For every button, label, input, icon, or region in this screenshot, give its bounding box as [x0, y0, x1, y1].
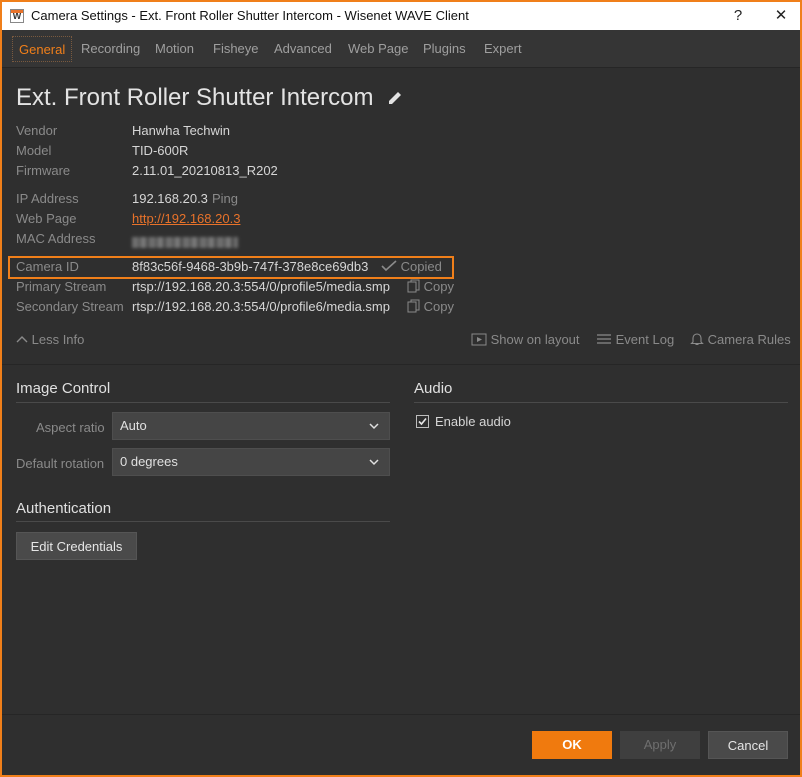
camera-rules-label: Camera Rules — [707, 332, 791, 347]
vendor-value: Hanwha Techwin — [132, 123, 231, 138]
default-rotation-select[interactable]: 0 degrees — [112, 448, 390, 476]
vendor-label: Vendor — [16, 123, 58, 138]
firmware-label: Firmware — [16, 163, 71, 178]
audio-divider — [414, 402, 788, 403]
list-icon — [597, 334, 611, 344]
mac-address-redacted — [132, 237, 238, 248]
camera-id-value: 8f83c56f-9468-3b9b-747f-378e8ce69db3 — [132, 259, 369, 274]
wave-app-icon: W — [10, 9, 24, 23]
model-value: TID-600R — [132, 143, 189, 158]
enable-audio-checkbox[interactable] — [416, 415, 429, 428]
camera-id-label: Camera ID — [16, 259, 79, 274]
tab-expert[interactable]: Expert — [478, 36, 528, 62]
copy-icon — [407, 299, 420, 313]
camera-settings-window: W Camera Settings - Ext. Front Roller Sh… — [0, 0, 802, 777]
tab-motion[interactable]: Motion — [149, 36, 200, 62]
aspect-ratio-value: Auto — [120, 418, 147, 433]
copied-label: Copied — [400, 259, 442, 274]
chevron-down-icon — [369, 459, 379, 466]
image-control-heading: Image Control — [16, 380, 111, 397]
bell-icon — [690, 333, 704, 346]
tab-web-page[interactable]: Web Page — [342, 36, 414, 62]
camera-name: Ext. Front Roller Shutter Intercom — [16, 84, 374, 111]
ip-address-label: IP Address — [16, 191, 79, 206]
audio-heading: Audio — [414, 380, 453, 397]
authentication-heading: Authentication — [16, 500, 112, 517]
aspect-ratio-select[interactable]: Auto — [112, 412, 390, 440]
camera-info-panel: Ext. Front Roller Shutter Intercom Vendo… — [2, 69, 800, 365]
event-log-label: Event Log — [615, 332, 675, 347]
tab-recording[interactable]: Recording — [75, 36, 146, 62]
default-rotation-label: Default rotation — [16, 456, 105, 471]
default-rotation-value: 0 degrees — [120, 454, 178, 469]
cancel-button[interactable]: Cancel — [708, 731, 788, 759]
chevron-down-icon — [369, 423, 379, 430]
show-on-layout-button[interactable]: Show on layout — [471, 332, 580, 347]
primary-stream-label: Primary Stream — [16, 279, 107, 294]
ip-address-value: 192.168.20.3 — [132, 191, 208, 206]
event-log-button[interactable]: Event Log — [596, 332, 674, 347]
model-label: Model — [16, 143, 52, 158]
tab-plugins[interactable]: Plugins — [417, 36, 472, 62]
mac-address-label: MAC Address — [16, 231, 96, 246]
copy-label: Copy — [423, 279, 454, 294]
ok-button[interactable]: OK — [532, 731, 612, 759]
less-info-label: Less Info — [31, 332, 85, 347]
authentication-divider — [16, 521, 390, 522]
camera-rules-button[interactable]: Camera Rules — [690, 332, 791, 347]
less-info-button[interactable]: Less Info — [16, 332, 84, 347]
tab-general[interactable]: General — [12, 36, 73, 62]
help-button[interactable]: ? — [726, 6, 750, 26]
tab-fisheye[interactable]: Fisheye — [207, 36, 265, 62]
copy-secondary-button[interactable]: Copy — [407, 299, 454, 314]
ping-link[interactable]: Ping — [212, 191, 238, 206]
tab-bar: General Recording Motion Fisheye Advance… — [2, 30, 800, 68]
copy-label: Copy — [423, 299, 454, 314]
image-control-divider — [16, 402, 390, 403]
title-bar: W Camera Settings - Ext. Front Roller Sh… — [2, 2, 800, 30]
play-layout-icon — [471, 333, 487, 346]
copy-primary-button[interactable]: Copy — [407, 279, 454, 294]
footer-divider — [2, 714, 800, 715]
aspect-ratio-label: Aspect ratio — [36, 420, 105, 435]
tab-advanced[interactable]: Advanced — [268, 36, 338, 62]
edit-credentials-button[interactable]: Edit Credentials — [16, 532, 137, 560]
copy-icon — [407, 279, 420, 293]
close-button[interactable]: ✕ — [769, 6, 793, 26]
apply-button[interactable]: Apply — [620, 731, 700, 759]
web-page-label: Web Page — [16, 211, 77, 226]
enable-audio-label[interactable]: Enable audio — [435, 414, 511, 429]
firmware-value: 2.11.01_20210813_R202 — [132, 163, 278, 178]
copied-indicator[interactable]: Copied — [381, 259, 442, 274]
chevron-up-icon — [16, 336, 28, 343]
window-title: Camera Settings - Ext. Front Roller Shut… — [31, 8, 469, 23]
show-on-layout-label: Show on layout — [490, 332, 580, 347]
checkmark-icon — [381, 260, 397, 272]
checkmark-icon — [418, 417, 427, 426]
secondary-stream-label: Secondary Stream — [16, 299, 124, 314]
secondary-stream-value: rtsp://192.168.20.3:554/0/profile6/media… — [132, 299, 390, 314]
web-page-link[interactable]: http://192.168.20.3 — [132, 211, 240, 226]
pencil-icon[interactable] — [386, 89, 404, 107]
primary-stream-value: rtsp://192.168.20.3:554/0/profile5/media… — [132, 279, 390, 294]
